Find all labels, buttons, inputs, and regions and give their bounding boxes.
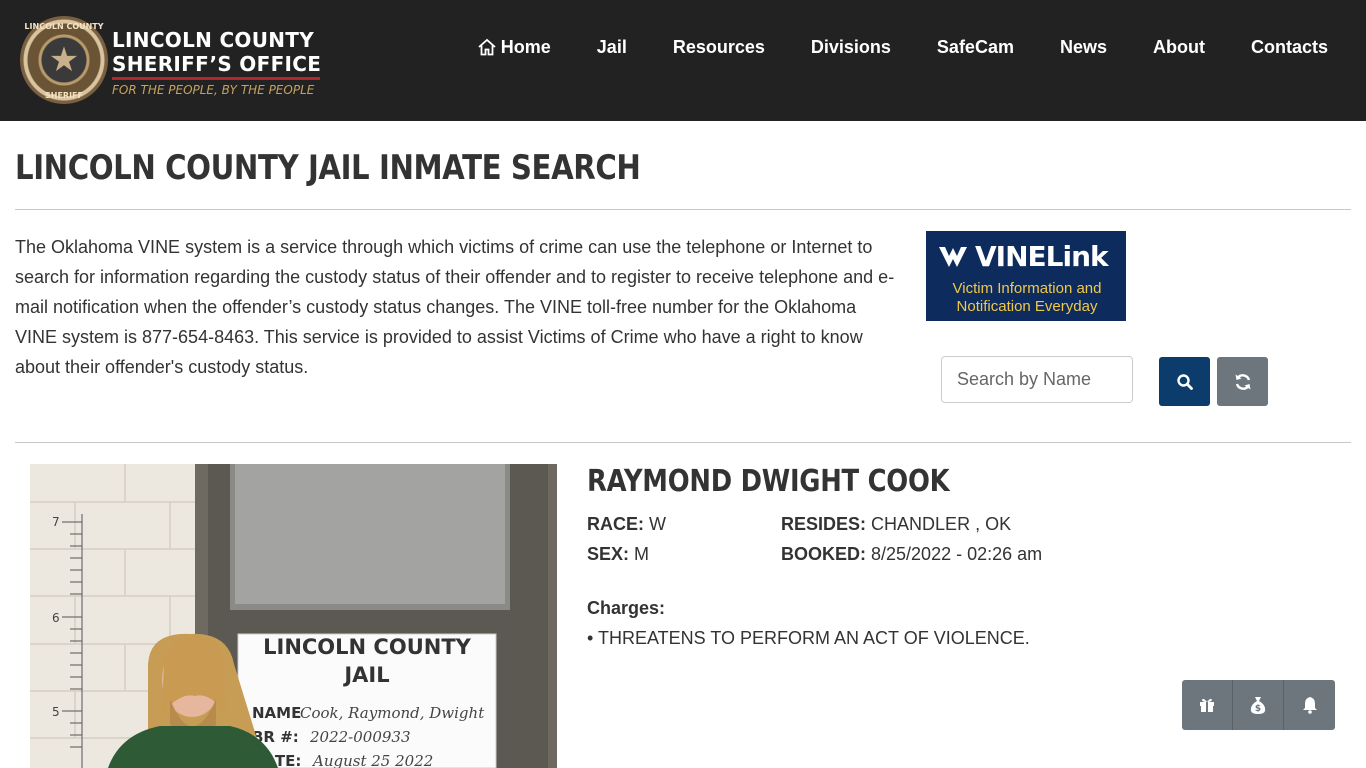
race-label: RACE:	[587, 514, 644, 534]
nav-resources[interactable]: Resources	[673, 36, 765, 58]
sex-value: M	[634, 544, 650, 564]
board-name-label: NAME	[252, 704, 301, 722]
brand-tagline: FOR THE PEOPLE, BY THE PEOPLE	[112, 83, 315, 97]
nav-news[interactable]: News	[1060, 36, 1107, 58]
gift-icon	[1200, 698, 1214, 712]
site-header: LINCOLN COUNTY ★ SHERIFF LINCOLN COUNTY …	[0, 0, 1366, 121]
vine-mark-icon	[939, 246, 967, 267]
vinelink-logo: VINELink	[937, 240, 1109, 273]
badge-top-text: LINCOLN COUNTY	[24, 22, 104, 31]
section-divider	[15, 442, 1351, 443]
search-button[interactable]	[1159, 357, 1210, 406]
notifications-button[interactable]	[1284, 680, 1335, 730]
ruler-mark-6: 6	[52, 611, 60, 625]
vinelink-subtitle: Victim Information and Notification Ever…	[927, 280, 1127, 316]
vinelink-logo-text: VINELink	[975, 240, 1109, 273]
race-field: RACE: W	[587, 514, 666, 535]
vinelink-banner[interactable]: VINELink Victim Information and Notifica…	[926, 231, 1126, 321]
nav-home[interactable]: Home	[477, 36, 551, 58]
charges-heading: Charges:	[587, 598, 666, 618]
brand[interactable]: LINCOLN COUNTY SHERIFF’S OFFICE FOR THE …	[112, 28, 321, 97]
brand-divider	[112, 77, 320, 80]
nav-home-label: Home	[500, 36, 551, 57]
inmate-mugshot: 7 6 5 LINCOLN COUNTY JAIL NAME Cook, Ray…	[30, 464, 557, 768]
nav-about[interactable]: About	[1153, 36, 1205, 58]
board-br: 2022-000933	[309, 728, 411, 746]
nav-jail[interactable]: Jail	[597, 36, 627, 58]
gift-button[interactable]	[1182, 680, 1233, 730]
vine-intro-text: The Oklahoma VINE system is a service th…	[15, 237, 895, 377]
race-value: W	[649, 514, 667, 534]
floating-action-group: $	[1182, 680, 1335, 730]
ruler-mark-5: 5	[52, 705, 60, 719]
nav-safecam[interactable]: SafeCam	[937, 36, 1014, 58]
title-divider	[15, 209, 1351, 210]
brand-line-1: LINCOLN COUNTY	[112, 28, 315, 52]
charge-item: • THREATENS TO PERFORM AN ACT OF VIOLENC…	[587, 628, 1030, 648]
resides-value: CHANDLER , OK	[871, 514, 1012, 534]
brand-line-2: SHERIFF’S OFFICE	[112, 52, 322, 76]
inmate-name: RAYMOND DWIGHT COOK	[587, 464, 950, 499]
reset-search-button[interactable]	[1217, 357, 1268, 406]
refresh-icon	[1235, 373, 1250, 390]
resides-field: RESIDES: CHANDLER , OK	[781, 514, 1011, 535]
board-date: August 25 2022	[311, 752, 433, 768]
bell-icon	[1302, 697, 1317, 714]
booked-label: BOOKED:	[781, 544, 866, 564]
mugshot-image: 7 6 5 LINCOLN COUNTY JAIL NAME Cook, Ray…	[30, 464, 557, 768]
star-icon: ★	[48, 41, 80, 79]
home-icon	[478, 38, 496, 56]
sex-label: SEX:	[587, 544, 630, 564]
resides-label: RESIDES:	[781, 514, 867, 534]
svg-text:$: $	[1255, 704, 1261, 714]
vinelink-subtitle-line2: Notification Everyday	[956, 298, 1098, 315]
board-line-1: LINCOLN COUNTY	[263, 635, 472, 659]
vinelink-subtitle-line1: Victim Information and	[952, 280, 1102, 297]
ruler-mark-7: 7	[52, 515, 60, 529]
donate-button[interactable]: $	[1233, 680, 1284, 730]
search-icon	[1176, 373, 1193, 390]
sheriff-badge-logo[interactable]: LINCOLN COUNTY ★ SHERIFF	[20, 16, 108, 104]
booked-field: BOOKED: 8/25/2022 - 02:26 am	[781, 544, 1042, 565]
board-name: Cook, Raymond, Dwight	[300, 704, 485, 722]
page-title: LINCOLN COUNTY JAIL INMATE SEARCH	[15, 148, 641, 188]
search-input[interactable]	[941, 356, 1133, 403]
sex-field: SEX: M	[587, 544, 649, 565]
main-nav: Home Jail Resources Divisions SafeCam Ne…	[477, 36, 1328, 58]
money-bag-icon: $	[1250, 697, 1266, 714]
nav-divisions[interactable]: Divisions	[811, 36, 891, 58]
board-line-2: JAIL	[342, 663, 389, 687]
nav-contacts[interactable]: Contacts	[1251, 36, 1328, 58]
badge-bottom-text: SHERIFF	[45, 91, 83, 100]
booked-value: 8/25/2022 - 02:26 am	[871, 544, 1043, 564]
